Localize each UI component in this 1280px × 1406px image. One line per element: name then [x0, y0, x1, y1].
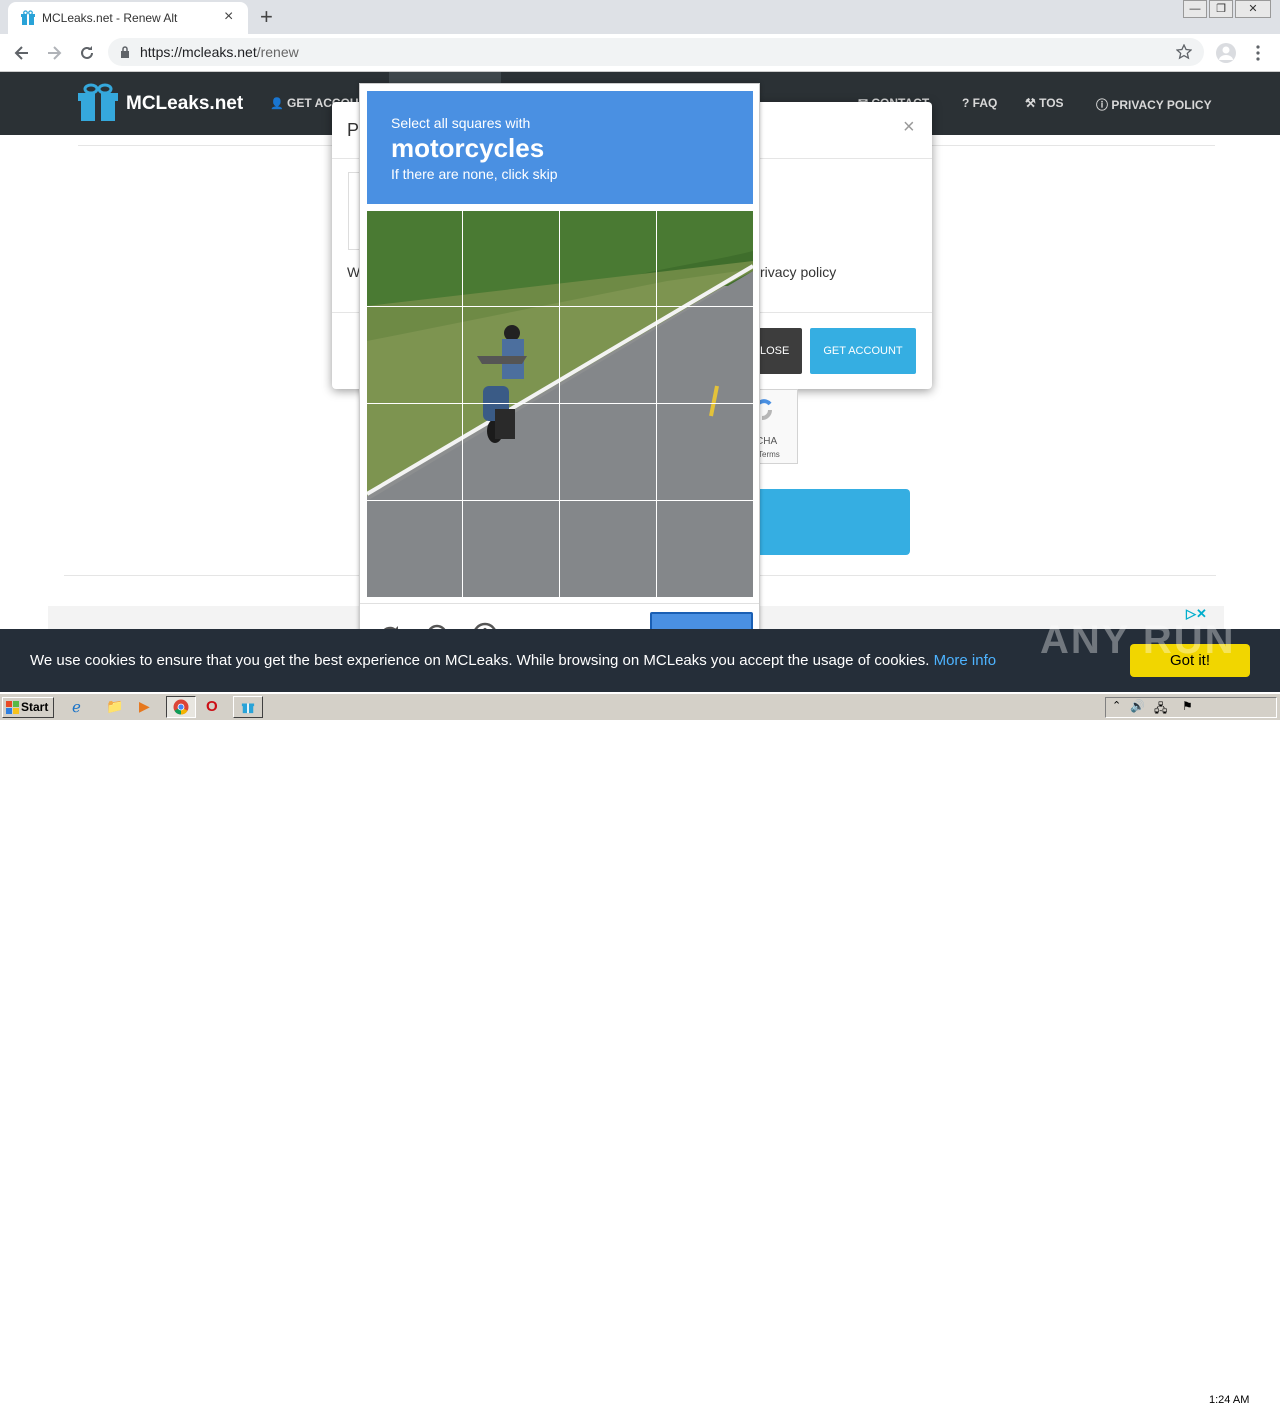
privacy-policy-text[interactable]: rivacy policy — [760, 264, 836, 280]
flag-icon[interactable]: ⚑ — [1182, 699, 1193, 713]
taskbar-clock[interactable]: 1:24 AM — [1209, 1394, 1249, 1406]
lock-icon — [121, 46, 129, 58]
volume-icon[interactable]: 🔊 — [1130, 699, 1145, 713]
captcha-tile[interactable] — [367, 306, 463, 404]
captcha-hint: If there are none, click skip — [391, 166, 558, 182]
modal-close-icon[interactable]: × — [903, 116, 915, 139]
gift-icon — [241, 703, 255, 714]
network-icon[interactable]: 🖧 — [1154, 699, 1167, 720]
gift-icon — [21, 10, 35, 25]
tab-title: MCLeaks.net - Renew Alt — [42, 11, 178, 25]
captcha-tile[interactable] — [656, 403, 753, 501]
media-player-icon[interactable]: ▶ — [139, 698, 150, 715]
windows-taskbar: Start ℯ 📁 ▶ O ⌃ 🔊 🖧 ⚑ 1:24 AM — [0, 693, 1280, 1406]
captcha-instruction: Select all squares with — [391, 115, 531, 131]
system-tray: ⌃ 🔊 🖧 ⚑ — [1105, 697, 1277, 718]
back-icon[interactable] — [12, 43, 32, 63]
modal-get-account-button[interactable]: GET ACCOUNT — [810, 328, 916, 374]
site-logo-text[interactable]: MCLeaks.net — [126, 93, 243, 115]
start-button[interactable]: Start — [2, 697, 54, 718]
captcha-tile[interactable] — [367, 211, 463, 307]
modal-title: P — [347, 120, 360, 140]
reload-icon[interactable] — [77, 43, 97, 63]
browser-toolbar: https://mcleaks.net/renew — [0, 34, 1280, 72]
captcha-footer-divider — [360, 603, 759, 604]
captcha-tile[interactable] — [462, 306, 560, 404]
bookmark-star-icon[interactable] — [1176, 44, 1192, 60]
captcha-challenge: Select all squares with motorcycles If t… — [359, 83, 760, 663]
new-tab-button[interactable]: + — [260, 4, 273, 30]
gift-app-taskbar-button[interactable] — [233, 696, 263, 718]
captcha-tile[interactable] — [559, 500, 657, 597]
browser-tab[interactable]: MCLeaks.net - Renew Alt × — [8, 2, 248, 34]
captcha-tile[interactable] — [559, 306, 657, 404]
chrome-taskbar-button[interactable] — [166, 696, 196, 718]
chrome-icon — [173, 699, 189, 715]
minimize-button[interactable]: — — [1183, 0, 1207, 18]
maximize-button[interactable]: ❐ — [1209, 0, 1233, 18]
info-circle-icon: ⓘ — [1096, 98, 1112, 112]
folder-icon[interactable]: 📁 — [106, 698, 123, 715]
url-text: https://mcleaks.net/renew — [140, 44, 299, 60]
gavel-icon: ⚒ — [1025, 96, 1040, 110]
nav-privacy-policy[interactable]: ⓘ PRIVACY POLICY — [1096, 96, 1212, 113]
captcha-target: motorcycles — [391, 133, 545, 163]
forward-icon[interactable] — [44, 43, 64, 63]
captcha-tile[interactable] — [462, 403, 560, 501]
captcha-tile[interactable] — [656, 306, 753, 404]
captcha-tile[interactable] — [656, 211, 753, 307]
captcha-tile[interactable] — [462, 500, 560, 597]
menu-dots-icon[interactable] — [1255, 44, 1261, 62]
cookie-more-info-link[interactable]: More info — [934, 652, 997, 669]
captcha-tile[interactable] — [656, 500, 753, 597]
captcha-image-grid — [367, 211, 753, 597]
site-logo-gift-icon[interactable] — [77, 83, 119, 123]
windows-logo-icon — [6, 701, 19, 714]
page-primary-button[interactable] — [750, 489, 910, 555]
captcha-header: Select all squares with motorcycles If t… — [367, 91, 753, 204]
address-bar[interactable]: https://mcleaks.net/renew — [108, 38, 1204, 66]
captcha-tile[interactable] — [462, 211, 560, 307]
browser-tab-strip: MCLeaks.net - Renew Alt × + — ❐ ✕ — [0, 0, 1280, 34]
tray-expand-icon[interactable]: ⌃ — [1112, 699, 1121, 712]
captcha-tile[interactable] — [367, 403, 463, 501]
opera-icon[interactable]: O — [206, 698, 218, 715]
anyrun-watermark: ANY RUN — [1040, 618, 1236, 662]
cookie-message: We use cookies to ensure that you get th… — [30, 652, 997, 669]
nav-faq[interactable]: ? FAQ — [962, 96, 997, 110]
nav-tos[interactable]: ⚒ TOS — [1025, 96, 1064, 110]
user-plus-icon: 👤 — [270, 98, 284, 110]
captcha-tile[interactable] — [367, 500, 463, 597]
ie-icon[interactable]: ℯ — [72, 698, 81, 716]
captcha-tile[interactable] — [559, 403, 657, 501]
profile-avatar-icon[interactable] — [1215, 42, 1237, 64]
window-close-button[interactable]: ✕ — [1235, 0, 1271, 18]
captcha-tile[interactable] — [559, 211, 657, 307]
tab-close-button[interactable]: × — [224, 8, 233, 26]
